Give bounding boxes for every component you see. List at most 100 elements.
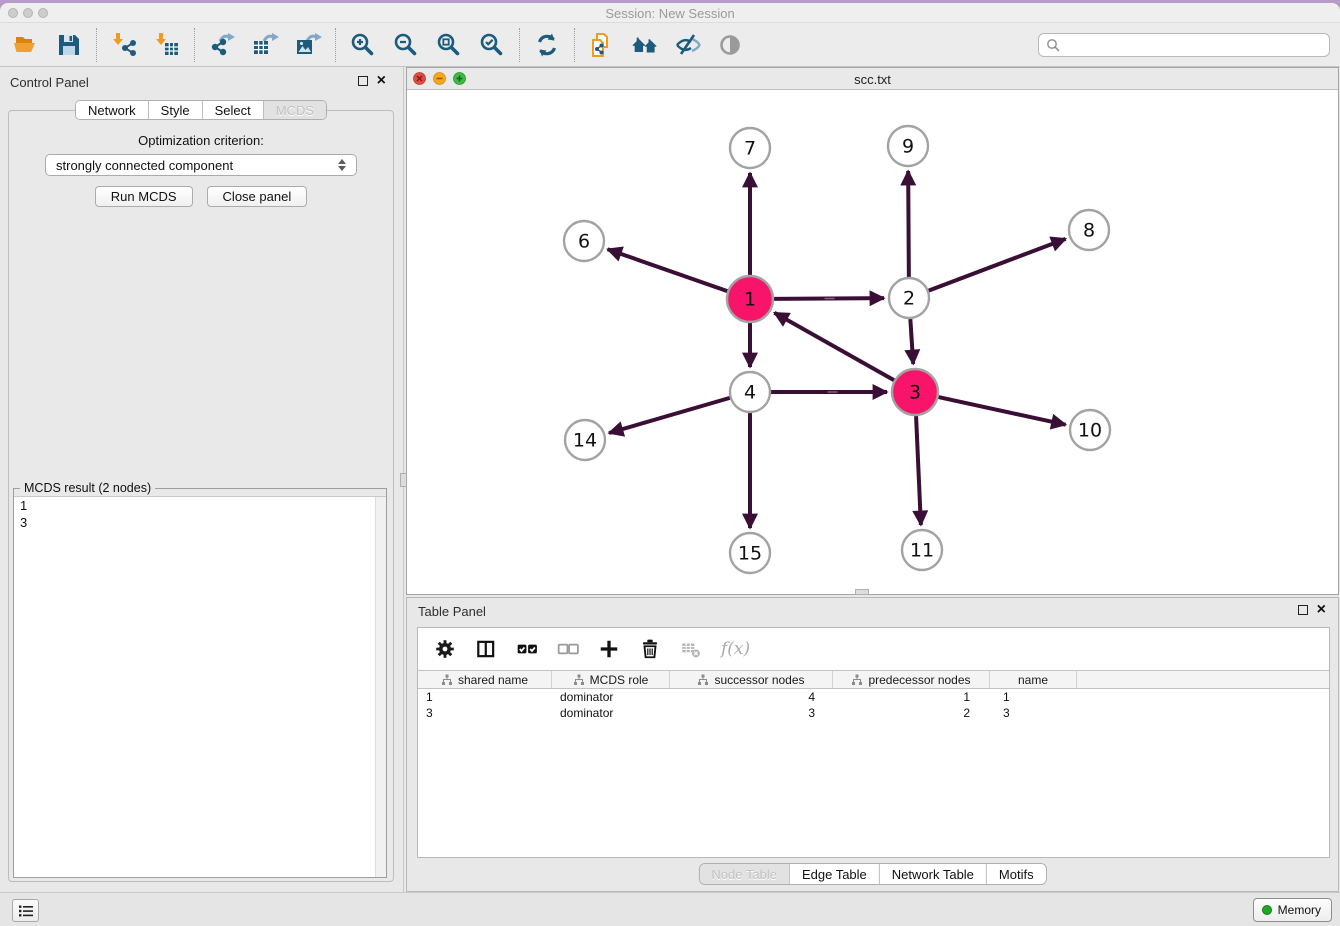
graph-edge-1-6[interactable] [608, 249, 728, 291]
tab-style[interactable]: Style [148, 101, 202, 119]
import-table-icon[interactable] [153, 31, 181, 59]
task-history-button[interactable] [12, 899, 39, 922]
tab-network[interactable]: Network [76, 101, 148, 119]
select-chevrons-icon [338, 159, 346, 171]
mcds-result-groupbox: MCDS result (2 nodes) 1 3 [13, 488, 387, 878]
new-network-from-selection-icon[interactable] [588, 31, 616, 59]
optimization-criterion-value: strongly connected component [56, 158, 233, 173]
delete-table-icon [680, 638, 702, 660]
zoom-out-icon[interactable] [392, 31, 420, 59]
cybrowser-home-icon[interactable] [631, 31, 659, 59]
graph-edge-3-1[interactable] [774, 313, 894, 380]
graph-edge-2-8[interactable] [929, 239, 1066, 291]
close-panel-icon[interactable]: × [377, 76, 386, 86]
network-graph[interactable]: 7968124314101511 [407, 90, 1338, 594]
column-header-shared-name[interactable]: shared name [418, 671, 552, 688]
graph-edge-2-3[interactable] [910, 319, 913, 364]
control-panel-tabs: Network Style Select MCDS [75, 100, 327, 120]
column-type-icon [851, 674, 863, 686]
cell-shared-name: 1 [418, 690, 552, 704]
function-builder-icon: f(x) [721, 639, 750, 659]
zoom-fit-icon[interactable] [435, 31, 463, 59]
network-window: scc.txt 7968124314101511 [406, 67, 1339, 595]
graph-node-label: 4 [744, 382, 756, 404]
tab-node-table[interactable]: Node Table [699, 864, 789, 884]
tab-motifs[interactable]: Motifs [986, 864, 1046, 884]
mcds-result-textarea[interactable]: 1 3 [14, 496, 386, 877]
export-table-icon[interactable] [251, 31, 279, 59]
global-search-field[interactable] [1038, 33, 1330, 57]
graph-node-label: 2 [903, 288, 915, 310]
close-panel-button[interactable]: Close panel [207, 186, 308, 207]
horizontal-splitter-handle[interactable] [855, 589, 869, 595]
memory-status-icon [1262, 905, 1272, 915]
vertical-splitter-handle[interactable] [400, 473, 407, 487]
birds-eye-view-icon[interactable] [717, 31, 745, 59]
run-mcds-button[interactable]: Run MCDS [95, 186, 193, 207]
close-table-panel-icon[interactable]: × [1317, 605, 1326, 615]
tab-edge-table[interactable]: Edge Table [789, 864, 879, 884]
add-column-icon[interactable] [598, 638, 620, 660]
titlebar: Session: New Session [0, 3, 1340, 23]
show-column-icon[interactable] [475, 638, 497, 660]
deselect-all-icon[interactable] [557, 638, 579, 660]
cell-shared-name: 3 [418, 706, 552, 720]
search-input[interactable] [1066, 38, 1329, 53]
application-window: Session: New Session [0, 3, 1340, 926]
column-header-predecessor-nodes[interactable]: predecessor nodes [833, 671, 990, 688]
import-network-icon[interactable] [110, 31, 138, 59]
graph-node-label: 1 [744, 289, 756, 311]
network-window-titlebar[interactable]: scc.txt [407, 68, 1338, 90]
export-network-icon[interactable] [208, 31, 236, 59]
zoom-in-icon[interactable] [349, 31, 377, 59]
graph-edge-4-14[interactable] [609, 398, 730, 433]
export-image-icon[interactable] [294, 31, 322, 59]
cell-mcds-role: dominator [552, 690, 670, 704]
node-table-container: f(x) shared name MCDS role successor nod… [417, 627, 1330, 858]
select-all-icon[interactable] [516, 638, 538, 660]
cell-predecessor-nodes: 1 [833, 690, 990, 704]
column-type-icon [697, 674, 709, 686]
graph-node-label: 14 [573, 430, 597, 452]
control-panel-title: Control Panel [10, 75, 89, 90]
graph-edge-3-10[interactable] [938, 397, 1065, 425]
delete-column-icon[interactable] [639, 638, 661, 660]
result-scrollbar[interactable] [375, 497, 386, 877]
network-canvas[interactable]: 7968124314101511 [407, 90, 1338, 594]
tab-select[interactable]: Select [202, 101, 263, 119]
column-type-icon [441, 674, 453, 686]
table-toolbar: f(x) [418, 628, 1329, 670]
optimization-criterion-select[interactable]: strongly connected component [45, 154, 357, 176]
graph-edge-3-11[interactable] [916, 416, 921, 525]
toolbar-separator [519, 28, 520, 62]
mcds-result-title: MCDS result (2 nodes) [20, 481, 155, 495]
mcds-result-line: 3 [14, 514, 386, 531]
table-row[interactable]: 3 dominator 3 2 3 [418, 705, 1329, 721]
network-title: scc.txt [407, 72, 1338, 87]
save-session-icon[interactable] [55, 31, 83, 59]
table-row[interactable]: 1 dominator 4 1 1 [418, 689, 1329, 705]
column-header-successor-nodes[interactable]: successor nodes [670, 671, 833, 688]
graph-node-label: 9 [902, 136, 914, 158]
graph-node-label: 3 [909, 382, 921, 404]
settings-gear-icon[interactable] [434, 638, 456, 660]
table-panel: Table Panel × [406, 597, 1339, 892]
column-header-mcds-role[interactable]: MCDS role [552, 671, 670, 688]
open-session-icon[interactable] [12, 31, 40, 59]
float-table-panel-icon[interactable] [1298, 605, 1308, 615]
memory-button[interactable]: Memory [1253, 898, 1332, 922]
tab-network-table[interactable]: Network Table [879, 864, 986, 884]
graph-node-label: 11 [910, 540, 934, 562]
table-header-row: shared name MCDS role successor nodes pr… [418, 670, 1329, 689]
column-type-icon [573, 674, 585, 686]
toolbar-separator [574, 28, 575, 62]
apply-layout-icon[interactable] [533, 31, 561, 59]
column-header-name[interactable]: name [990, 671, 1077, 688]
zoom-selected-icon[interactable] [478, 31, 506, 59]
graph-edge-2-9[interactable] [908, 171, 909, 277]
graph-node-label: 6 [578, 231, 590, 253]
cell-mcds-role: dominator [552, 706, 670, 720]
float-panel-icon[interactable] [358, 76, 368, 86]
hide-graphics-details-icon[interactable] [674, 31, 702, 59]
tab-mcds[interactable]: MCDS [263, 101, 326, 119]
